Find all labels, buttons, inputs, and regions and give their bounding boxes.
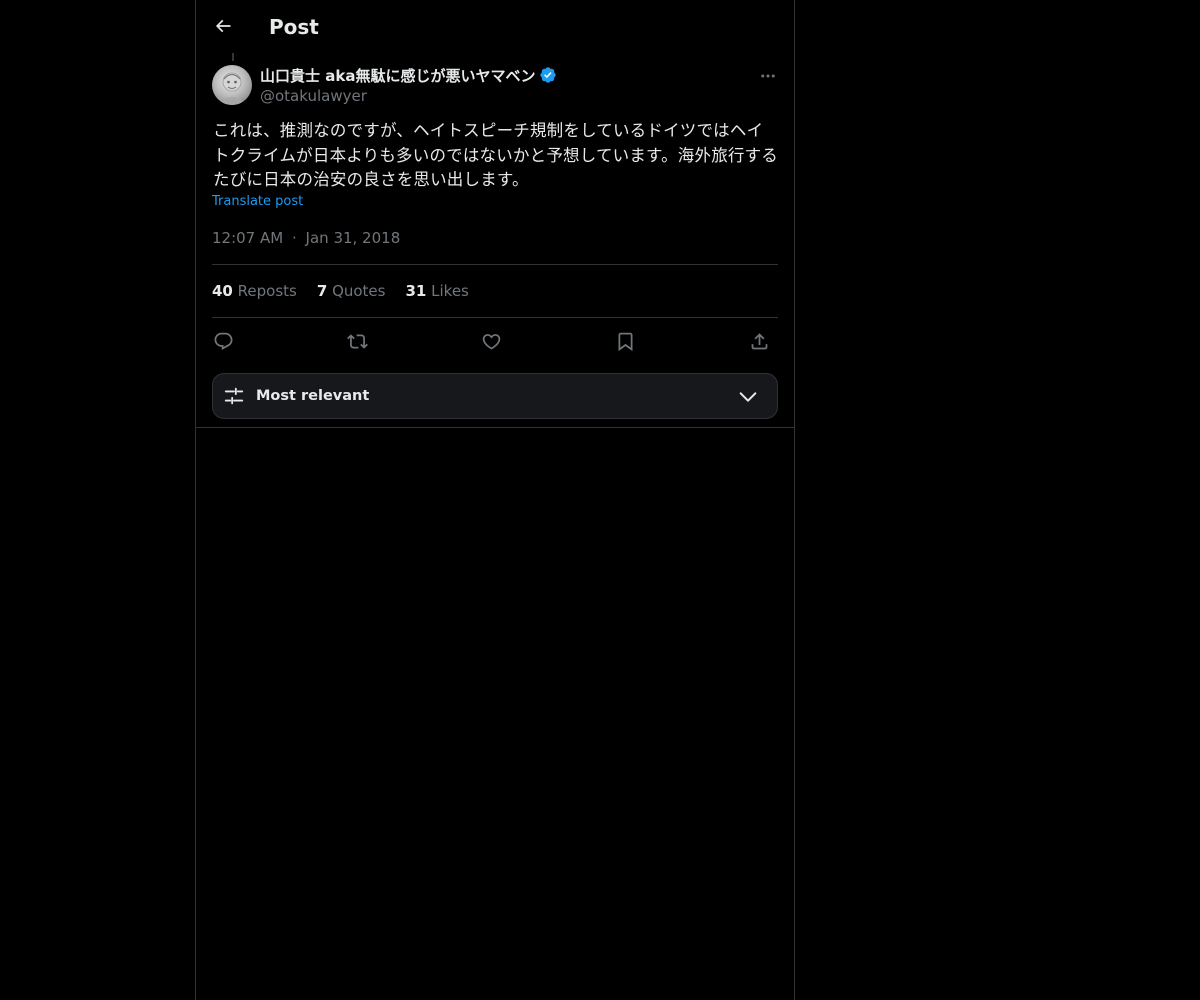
reply-button[interactable] [210, 328, 236, 354]
more-horizontal-icon [761, 74, 775, 78]
reposts-stat[interactable]: 40 Reposts [212, 281, 297, 301]
post-timestamp[interactable]: 12:07 AM · Jan 31, 2018 [212, 228, 400, 248]
likes-label: Likes [431, 282, 469, 300]
likes-count: 31 [405, 282, 427, 300]
divider-bottom [212, 317, 778, 318]
post-date: Jan 31, 2018 [305, 229, 401, 247]
share-button[interactable] [746, 328, 772, 354]
engagement-stats: 40 Reposts 7 Quotes 31 Likes [212, 281, 489, 301]
repost-button[interactable] [344, 328, 370, 354]
reposts-label: Reposts [237, 282, 297, 300]
author-name-row: 山口貴士 aka無駄に感じが悪いヤマベン [260, 64, 557, 86]
sliders-icon [224, 387, 244, 405]
translate-post-link[interactable]: Translate post [212, 194, 303, 209]
sort-replies-dropdown[interactable]: Most relevant [212, 373, 778, 419]
like-icon [482, 333, 500, 350]
author-handle[interactable]: @otakulawyer [260, 86, 367, 106]
verified-badge-icon[interactable] [539, 66, 557, 84]
share-icon [751, 332, 767, 349]
bookmark-button[interactable] [612, 328, 638, 354]
page-title: Post [269, 15, 319, 39]
page-header: Post [196, 0, 794, 53]
quotes-label: Quotes [332, 282, 386, 300]
repost-icon [346, 333, 368, 349]
avatar-image [218, 72, 246, 105]
reposts-count: 40 [212, 282, 233, 300]
main-column: Post 山口貴士 aka無駄に感じが悪いヤマベン @otakulawyer こ… [195, 0, 795, 1000]
like-button[interactable] [478, 328, 504, 354]
avatar[interactable] [212, 65, 252, 105]
reply-icon [214, 332, 232, 350]
likes-stat[interactable]: 31 Likes [405, 281, 468, 301]
arrow-left-icon [215, 19, 231, 33]
chevron-down-icon [739, 392, 757, 402]
quotes-stat[interactable]: 7 Quotes [317, 281, 386, 301]
thread-connector [232, 53, 234, 61]
post-text: これは、推測なのですが、ヘイトスピーチ規制をしているドイツではヘイトクライムが日… [213, 121, 778, 189]
section-divider [196, 427, 794, 428]
author-display-name[interactable]: 山口貴士 aka無駄に感じが悪いヤマベン [260, 65, 535, 86]
sort-label: Most relevant [256, 388, 370, 404]
bookmark-icon [618, 332, 632, 351]
more-options-button[interactable] [756, 66, 780, 86]
timestamp-separator: · [291, 229, 297, 247]
post-time: 12:07 AM [212, 229, 284, 247]
divider-top [212, 264, 778, 265]
quotes-count: 7 [316, 282, 328, 300]
action-bar [212, 328, 778, 354]
back-button[interactable] [208, 11, 238, 41]
